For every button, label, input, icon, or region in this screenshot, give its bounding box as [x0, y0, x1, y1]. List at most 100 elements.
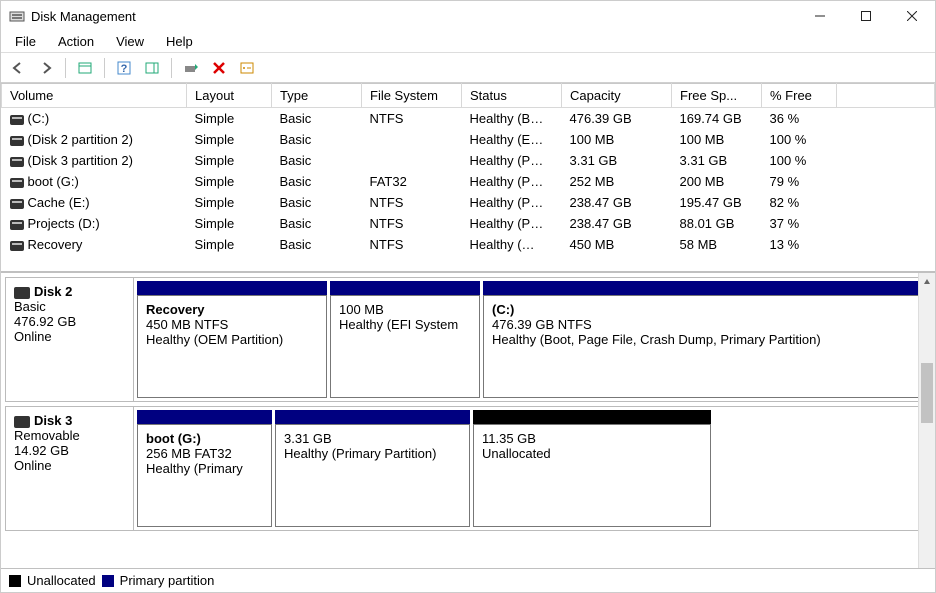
volume-table[interactable]: Volume Layout Type File System Status Ca…	[1, 83, 935, 255]
legend: Unallocated Primary partition	[1, 568, 935, 592]
legend-swatch-unallocated	[9, 575, 21, 587]
disk-state: Online	[14, 329, 125, 344]
disk-layout-pane: Disk 2 Basic 476.92 GB Online Recovery 4…	[1, 273, 935, 568]
table-row[interactable]: (Disk 3 partition 2)SimpleBasicHealthy (…	[2, 150, 935, 171]
table-row[interactable]: Projects (D:)SimpleBasicNTFSHealthy (P…2…	[2, 213, 935, 234]
menu-action[interactable]: Action	[50, 34, 102, 49]
col-status[interactable]: Status	[462, 84, 562, 108]
menu-file[interactable]: File	[7, 34, 44, 49]
app-icon	[9, 8, 25, 24]
titlebar: Disk Management	[1, 1, 935, 31]
toolbar-separator	[65, 58, 66, 78]
table-row[interactable]: boot (G:)SimpleBasicFAT32Healthy (P…252 …	[2, 171, 935, 192]
disk-state: Online	[14, 458, 125, 473]
close-button[interactable]	[889, 1, 935, 31]
table-row[interactable]: (C:)SimpleBasicNTFSHealthy (B…476.39 GB1…	[2, 108, 935, 130]
table-row[interactable]: (Disk 2 partition 2)SimpleBasicHealthy (…	[2, 129, 935, 150]
disk-partitions: boot (G:) 256 MB FAT32 Healthy (Primary …	[134, 407, 714, 530]
toolbar-separator	[104, 58, 105, 78]
help-button[interactable]: ?	[113, 57, 135, 79]
table-row[interactable]: Cache (E:)SimpleBasicNTFSHealthy (P…238.…	[2, 192, 935, 213]
partition[interactable]: 11.35 GB Unallocated	[473, 410, 711, 527]
legend-label-primary: Primary partition	[120, 573, 215, 588]
disk-size: 14.92 GB	[14, 443, 125, 458]
disk-icon	[14, 416, 30, 428]
disk-size: 476.92 GB	[14, 314, 125, 329]
vertical-scrollbar[interactable]	[918, 273, 935, 568]
disk-type: Removable	[14, 428, 125, 443]
svg-text:?: ?	[121, 63, 128, 75]
disk-partitions: Recovery 450 MB NTFS Healthy (OEM Partit…	[134, 278, 930, 401]
show-hide-action-pane-button[interactable]	[141, 57, 163, 79]
legend-label-unallocated: Unallocated	[27, 573, 96, 588]
partition-stripe	[330, 281, 480, 295]
disk-type: Basic	[14, 299, 125, 314]
properties-button[interactable]	[236, 57, 258, 79]
minimize-button[interactable]	[797, 1, 843, 31]
volume-icon	[10, 157, 24, 167]
partition[interactable]: 3.31 GB Healthy (Primary Partition)	[275, 410, 470, 527]
volume-icon	[10, 178, 24, 188]
partition[interactable]: (C:) 476.39 GB NTFS Healthy (Boot, Page …	[483, 281, 927, 398]
partition-status: Healthy (Primary	[146, 461, 263, 476]
partition-status: Healthy (Primary Partition)	[284, 446, 461, 461]
volume-icon	[10, 241, 24, 251]
legend-swatch-primary	[102, 575, 114, 587]
partition[interactable]: boot (G:) 256 MB FAT32 Healthy (Primary	[137, 410, 272, 527]
menu-help[interactable]: Help	[158, 34, 201, 49]
col-volume[interactable]: Volume	[2, 84, 187, 108]
partition-status: Unallocated	[482, 446, 702, 461]
disk-row[interactable]: Disk 3 Removable 14.92 GB Online boot (G…	[5, 406, 931, 531]
disk-info: Disk 3 Removable 14.92 GB Online	[6, 407, 134, 530]
column-header-row: Volume Layout Type File System Status Ca…	[2, 84, 935, 108]
volume-icon	[10, 199, 24, 209]
menubar: File Action View Help	[1, 31, 935, 53]
partition-stripe	[137, 281, 327, 295]
toolbar-separator	[171, 58, 172, 78]
volume-icon	[10, 115, 24, 125]
partition-status: Healthy (Boot, Page File, Crash Dump, Pr…	[492, 332, 918, 347]
refresh-button[interactable]	[180, 57, 202, 79]
menu-view[interactable]: View	[108, 34, 152, 49]
maximize-button[interactable]	[843, 1, 889, 31]
disk-name: Disk 2	[34, 284, 72, 299]
col-type[interactable]: Type	[272, 84, 362, 108]
scroll-up-button[interactable]	[919, 273, 935, 290]
forward-button[interactable]	[35, 57, 57, 79]
col-capacity[interactable]: Capacity	[562, 84, 672, 108]
partition-size: 3.31 GB	[284, 431, 461, 446]
volume-list-pane: Volume Layout Type File System Status Ca…	[1, 83, 935, 273]
col-filesystem[interactable]: File System	[362, 84, 462, 108]
col-pctfree[interactable]: % Free	[762, 84, 837, 108]
partition-size: 100 MB	[339, 302, 471, 317]
partition-name: Recovery	[146, 302, 318, 317]
volume-icon	[10, 220, 24, 230]
col-freespace[interactable]: Free Sp...	[672, 84, 762, 108]
partition-status: Healthy (OEM Partition)	[146, 332, 318, 347]
delete-button[interactable]	[208, 57, 230, 79]
col-extra[interactable]	[837, 84, 935, 108]
partition-name: boot (G:)	[146, 431, 263, 446]
partition-stripe	[137, 410, 272, 424]
partition-size: 476.39 GB NTFS	[492, 317, 918, 332]
disk-info: Disk 2 Basic 476.92 GB Online	[6, 278, 134, 401]
scroll-thumb[interactable]	[921, 363, 933, 423]
partition[interactable]: Recovery 450 MB NTFS Healthy (OEM Partit…	[137, 281, 327, 398]
partition[interactable]: 100 MB Healthy (EFI System	[330, 281, 480, 398]
partition-size: 11.35 GB	[482, 431, 702, 446]
disk-icon	[14, 287, 30, 299]
col-layout[interactable]: Layout	[187, 84, 272, 108]
show-hide-console-tree-button[interactable]	[74, 57, 96, 79]
toolbar: ?	[1, 53, 935, 83]
back-button[interactable]	[7, 57, 29, 79]
partition-size: 256 MB FAT32	[146, 446, 263, 461]
partition-name: (C:)	[492, 302, 918, 317]
partition-status: Healthy (EFI System	[339, 317, 471, 332]
window-title: Disk Management	[31, 9, 797, 24]
disk-row[interactable]: Disk 2 Basic 476.92 GB Online Recovery 4…	[5, 277, 931, 402]
disk-name: Disk 3	[34, 413, 72, 428]
table-row[interactable]: RecoverySimpleBasicNTFSHealthy (…450 MB5…	[2, 234, 935, 255]
volume-icon	[10, 136, 24, 146]
partition-size: 450 MB NTFS	[146, 317, 318, 332]
disk-management-window: Disk Management File Action View Help ?	[0, 0, 936, 593]
